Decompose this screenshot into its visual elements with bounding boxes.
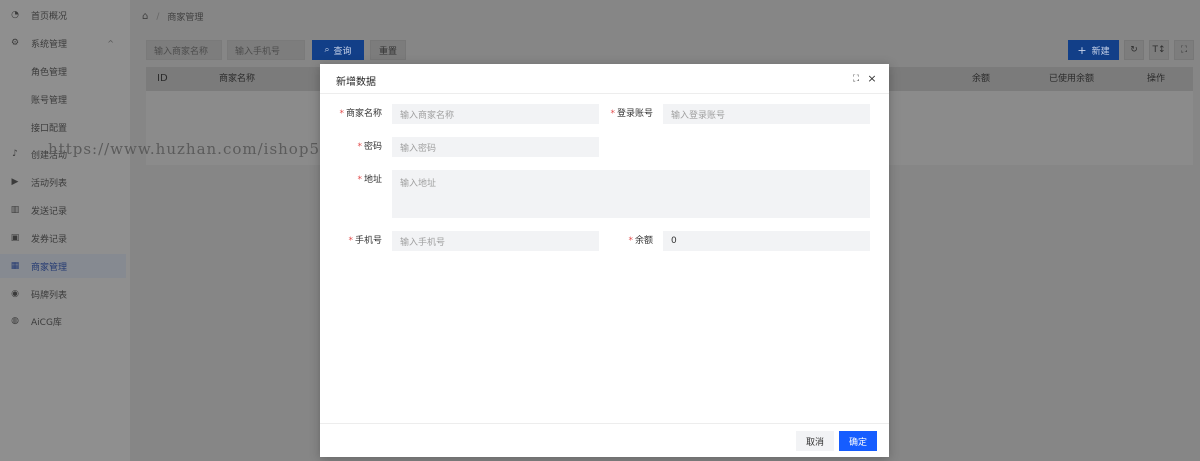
required-mark: * [610, 109, 615, 119]
sidebar-item-accounts[interactable]: 账号管理 [0, 87, 126, 111]
sidebar-item-label: 商家管理 [31, 262, 68, 273]
cancel-button[interactable]: 取消 [796, 431, 834, 451]
breadcrumb: ⌂ / 商家管理 [130, 0, 1200, 33]
column-header-balance: 余额 [972, 74, 991, 84]
sidebar-item-label: 发券记录 [31, 234, 68, 245]
close-icon[interactable]: × [866, 73, 878, 85]
sidebar-item-label: 系统管理 [31, 39, 68, 50]
dialog-footer: 取消 确定 [320, 423, 889, 457]
required-mark: * [348, 236, 353, 246]
qrcode-icon: ◉ [11, 289, 19, 299]
required-mark: * [339, 109, 344, 119]
dialog-header: 新增数据 ⛶ × [320, 64, 889, 94]
sidebar-item-send-records[interactable]: ▥ 发送记录 [0, 198, 126, 222]
sidebar-item-system[interactable]: ⚙ 系统管理 ^ [0, 31, 126, 55]
sidebar-item-label: 账号管理 [31, 95, 68, 106]
address-textarea[interactable]: 输入地址 [392, 170, 870, 218]
search-icon: ⌕ [324, 45, 330, 55]
add-merchant-button[interactable]: + 新建 [1068, 40, 1119, 60]
login-account-label: * 登录账号 [604, 104, 653, 124]
home-icon[interactable]: ⌂ [142, 11, 148, 22]
query-button[interactable]: ⌕ 查询 [312, 40, 364, 60]
add-button-label: 新建 [1091, 46, 1110, 57]
label-text: 商家名称 [345, 109, 382, 119]
password-input[interactable]: 输入密码 [392, 137, 599, 157]
coupon-icon: ▣ [10, 233, 20, 243]
merchant-name-label: * 商家名称 [334, 104, 382, 124]
phone-label: * 手机号 [334, 231, 382, 251]
reset-button[interactable]: 重置 [370, 40, 406, 60]
sidebar-item-label: AiCG库 [31, 317, 62, 328]
merchant-name-input[interactable]: 输入商家名称 [392, 104, 599, 124]
sidebar-item-label: 活动列表 [31, 178, 68, 189]
sidebar-item-label: 角色管理 [31, 67, 68, 78]
sidebar-item-merchants[interactable]: ▦ 商家管理 [0, 254, 126, 278]
label-text: 登录账号 [616, 109, 653, 119]
sidebar-item-coupon-records[interactable]: ▣ 发券记录 [0, 226, 126, 250]
sidebar-item-code-plates[interactable]: ◉ 码牌列表 [0, 282, 126, 306]
sidebar-item-activity-list[interactable]: ▶ 活动列表 [0, 170, 126, 194]
sidebar-item-dashboard[interactable]: ◔ 首页概况 [0, 3, 126, 27]
sidebar-item-api-config[interactable]: 接口配置 [0, 115, 126, 139]
confirm-button[interactable]: 确定 [839, 431, 877, 451]
breadcrumb-separator: / [156, 11, 160, 22]
breadcrumb-current: 商家管理 [167, 13, 204, 23]
required-mark: * [357, 142, 362, 152]
column-header-id: ID [157, 73, 168, 84]
tiktok-icon: ♪ [12, 149, 18, 159]
sidebar-item-label: 码牌列表 [31, 290, 68, 301]
phone-filter-input[interactable]: 输入手机号 [227, 40, 305, 60]
refresh-icon[interactable]: ↻ [1124, 40, 1144, 60]
label-text: 密码 [363, 142, 382, 152]
density-icon[interactable]: T↕ [1149, 40, 1169, 60]
ai-icon: ◍ [11, 316, 19, 326]
sidebar-item-label: 发送记录 [31, 206, 68, 217]
sidebar-item-roles[interactable]: 角色管理 [0, 59, 126, 83]
password-label: * 密码 [334, 137, 382, 157]
store-icon: ▦ [10, 261, 20, 271]
balance-value: 0 [671, 236, 677, 246]
fullscreen-icon[interactable]: ⛶ [1174, 40, 1194, 60]
expand-icon[interactable]: ⛶ [850, 73, 862, 85]
plus-icon: + [1077, 43, 1087, 57]
column-header-actions: 操作 [1147, 74, 1166, 84]
balance-input[interactable]: 0 [663, 231, 870, 251]
required-mark: * [628, 236, 633, 246]
login-account-input[interactable]: 输入登录账号 [663, 104, 870, 124]
balance-label: * 余额 [604, 231, 653, 251]
play-icon: ▶ [11, 177, 19, 187]
address-label: * 地址 [334, 170, 382, 190]
label-text: 地址 [363, 175, 382, 185]
add-data-dialog: 新增数据 ⛶ × * 商家名称 输入商家名称 * 登录账号 输入登录账号 * 密码 输… [320, 64, 889, 457]
query-button-label: 查询 [333, 46, 352, 57]
sidebar-item-label: 接口配置 [31, 123, 68, 134]
phone-input[interactable]: 输入手机号 [392, 231, 599, 251]
dialog-title: 新增数据 [336, 77, 376, 88]
required-mark: * [357, 175, 362, 185]
bar-chart-icon: ▥ [10, 205, 20, 215]
merchant-name-filter-input[interactable]: 输入商家名称 [146, 40, 222, 60]
column-header-used-balance: 已使用余额 [1049, 74, 1095, 84]
watermark-text: https://www.huzhan.com/ishop5534 [48, 140, 352, 158]
gear-icon: ⚙ [10, 38, 20, 48]
sidebar-item-label: 首页概况 [31, 11, 68, 22]
label-text: 手机号 [354, 236, 382, 246]
column-header-merchant-name: 商家名称 [219, 74, 256, 84]
filter-bar: 输入商家名称 输入手机号 ⌕ 查询 重置 + 新建 ↻ T↕ ⛶ [130, 38, 1200, 62]
sidebar-item-aicg[interactable]: ◍ AiCG库 [0, 309, 126, 333]
sidebar: ◔ 首页概况 ⚙ 系统管理 ^ 角色管理 账号管理 接口配置 ♪ 创建活动 ▶ … [0, 0, 130, 461]
dashboard-icon: ◔ [11, 10, 19, 20]
chevron-up-icon: ^ [107, 38, 114, 48]
label-text: 余额 [634, 236, 653, 246]
